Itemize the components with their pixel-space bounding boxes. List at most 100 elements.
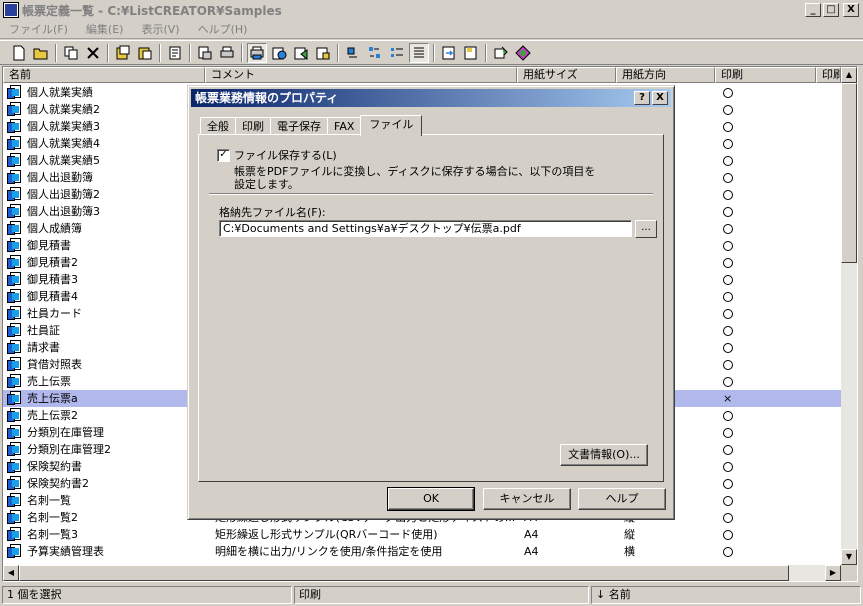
toolbar-separator: [433, 43, 435, 62]
output-print-icon[interactable]: [247, 42, 267, 63]
form-document-icon: [7, 306, 23, 321]
output-save-icon[interactable]: [269, 43, 289, 63]
row-print-status: [723, 339, 743, 356]
column-header-comment[interactable]: コメント: [205, 67, 517, 83]
horizontal-scroll-thumb[interactable]: [19, 565, 789, 581]
tab-file[interactable]: ファイル: [360, 115, 423, 136]
cancel-button[interactable]: キャンセル: [483, 488, 571, 510]
ok-button[interactable]: OK: [387, 487, 475, 511]
output-file-label: 格納先ファイル名(F):: [219, 206, 326, 219]
scroll-down-icon[interactable]: ▼: [841, 549, 857, 565]
row-name: 分類別在庫管理: [27, 426, 104, 439]
row-name-cell: 予算実績管理表: [7, 543, 104, 560]
row-name-cell: 個人出退勤簿: [7, 169, 93, 186]
tab-electronic-save[interactable]: 電子保存: [270, 117, 328, 135]
row-name-cell: 個人出退勤簿3: [7, 203, 100, 220]
help-button[interactable]: ヘルプ: [578, 488, 666, 510]
form-document-icon: [7, 374, 23, 389]
tab-fax[interactable]: FAX: [327, 117, 362, 135]
form-document-icon: [7, 170, 23, 185]
large-icons-icon[interactable]: [343, 43, 363, 63]
column-header-name[interactable]: 名前: [3, 67, 205, 83]
row-print-status: [723, 509, 743, 526]
tab-print[interactable]: 印刷: [235, 117, 271, 135]
form-up-icon[interactable]: [113, 43, 133, 63]
print-on-icon: [723, 105, 733, 115]
copy-icon[interactable]: [61, 43, 81, 63]
scroll-up-icon[interactable]: ▲: [841, 67, 857, 83]
close-button[interactable]: X: [843, 3, 859, 17]
print-on-icon: [723, 309, 733, 319]
row-name-cell: 個人出退勤簿2: [7, 186, 100, 203]
row-print-status: [723, 237, 743, 254]
scroll-right-icon[interactable]: ▶: [825, 565, 841, 581]
form-document-icon: [7, 510, 23, 525]
import-icon[interactable]: [461, 43, 481, 63]
properties-icon[interactable]: [165, 43, 185, 63]
horizontal-scrollbar[interactable]: ◀ ▶: [3, 565, 841, 581]
preview-icon[interactable]: [195, 43, 215, 63]
delete-icon[interactable]: [83, 43, 103, 63]
row-print-status: [723, 220, 743, 237]
column-header-paper-size[interactable]: 用紙サイズ: [517, 67, 616, 83]
vertical-scroll-thumb[interactable]: [841, 83, 857, 263]
list-view-icon[interactable]: [387, 43, 407, 63]
column-header-print[interactable]: 印刷: [715, 67, 816, 83]
row-name-cell: 売上伝票2: [7, 407, 78, 424]
column-header-orientation[interactable]: 用紙方向: [616, 67, 715, 83]
row-name: 個人出退勤簿3: [27, 205, 100, 218]
row-name: 名刺一覧: [27, 494, 71, 507]
small-icons-icon[interactable]: [365, 43, 385, 63]
form-document-icon: [7, 204, 23, 219]
form-document-icon: [7, 357, 23, 372]
vertical-scrollbar[interactable]: ▲ ▼: [841, 67, 857, 565]
status-print: 印刷: [294, 586, 589, 604]
browse-button[interactable]: ...: [635, 220, 657, 238]
minimize-button[interactable]: _: [805, 3, 821, 17]
tools-icon[interactable]: [491, 43, 511, 63]
print-on-icon: [723, 275, 733, 285]
form-down-icon[interactable]: [135, 43, 155, 63]
row-name: 貸借対照表: [27, 358, 82, 371]
print-on-icon: [723, 343, 733, 353]
open-folder-icon[interactable]: [31, 43, 51, 63]
document-info-button[interactable]: 文書情報(O)...: [560, 444, 648, 466]
scroll-left-icon[interactable]: ◀: [3, 565, 19, 581]
column-header-print-2[interactable]: 印刷: [816, 67, 841, 83]
menu-view[interactable]: 表示(V): [132, 21, 188, 37]
help-icon[interactable]: [513, 43, 533, 63]
maximize-button[interactable]: □: [823, 3, 839, 17]
row-paper-size: A4: [524, 545, 539, 558]
print-on-icon: [723, 122, 733, 132]
row-name: 個人就業実績4: [27, 137, 100, 150]
file-save-checkbox-label[interactable]: ファイル保存する(L): [234, 147, 337, 163]
print-on-icon: [723, 241, 733, 251]
row-name: 個人就業実績2: [27, 103, 100, 116]
menu-file[interactable]: ファイル(F): [0, 21, 77, 37]
print-icon[interactable]: [217, 43, 237, 63]
file-save-checkbox[interactable]: ✓: [217, 148, 230, 162]
row-print-status: [723, 135, 743, 152]
output-file-icon[interactable]: [313, 43, 333, 63]
row-name-cell: 個人就業実績3: [7, 118, 100, 135]
output-fax-icon[interactable]: [291, 43, 311, 63]
details-view-icon[interactable]: [409, 42, 429, 63]
row-print-status: ×: [723, 390, 743, 407]
row-name-cell: 請求書: [7, 339, 60, 356]
tab-general[interactable]: 全般: [200, 117, 236, 135]
dialog-help-button[interactable]: ?: [634, 91, 650, 105]
table-row[interactable]: 名刺一覧3 矩形繰返し形式サンプル(QRバーコード使用) A4 縦: [3, 526, 841, 543]
toolbar-separator: [241, 43, 243, 62]
menu-edit[interactable]: 編集(E): [77, 21, 133, 37]
table-row[interactable]: 予算実績管理表 明細を横に出力/リンクを使用/条件指定を使用 A4 横: [3, 543, 841, 560]
new-document-icon[interactable]: [9, 43, 29, 63]
dialog-close-button[interactable]: X: [652, 91, 668, 105]
menu-help[interactable]: ヘルプ(H): [189, 21, 257, 37]
export-icon[interactable]: [439, 43, 459, 63]
output-file-input[interactable]: C:¥Documents and Settings¥a¥デスクトップ¥伝票a.p…: [219, 220, 632, 237]
description-line-2: 設定します。: [234, 178, 299, 191]
window-titlebar: 帳票定義一覧 - C:¥ListCREATOR¥Samples _ □ X: [0, 0, 863, 20]
print-on-icon: [723, 207, 733, 217]
print-on-icon: [723, 173, 733, 183]
print-on-icon: [723, 190, 733, 200]
